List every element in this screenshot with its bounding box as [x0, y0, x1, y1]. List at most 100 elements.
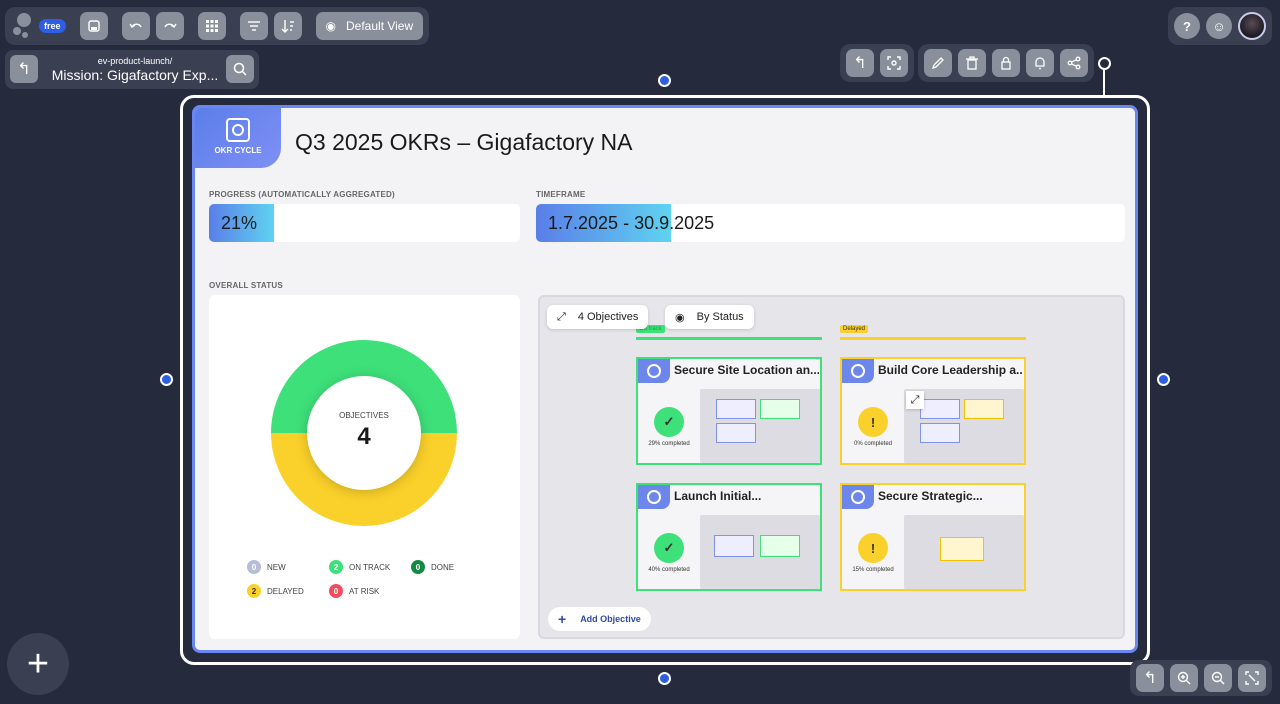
column-delayed-divider [840, 337, 1026, 340]
resize-handle-top[interactable] [658, 74, 671, 87]
connector-handle[interactable] [1098, 57, 1111, 70]
page-title[interactable]: Q3 2025 OKRs – Gigafactory NA [295, 129, 633, 156]
eye-icon: ◉ [675, 311, 685, 324]
objective-icon [842, 359, 874, 383]
objective-icon [638, 359, 670, 383]
objective-card[interactable]: Build Core Leadership a... ! 0% complete… [840, 357, 1026, 465]
legend-count-at-risk: 0 [329, 584, 343, 598]
resize-handle-bottom[interactable] [658, 672, 671, 685]
element-toolbar [918, 44, 1094, 82]
sort-icon[interactable] [273, 12, 302, 40]
save-icon[interactable] [79, 12, 108, 40]
resize-handle-right[interactable] [1157, 373, 1170, 386]
edit-icon[interactable] [924, 49, 952, 77]
lock-icon[interactable] [992, 49, 1020, 77]
objective-title: Launch Initial... [674, 489, 762, 503]
status-panel: OBJECTIVES 4 0 NEW 2 ON TRACK 0 DONE 2 DELAY… [209, 295, 520, 639]
legend-label-at-risk: AT RISK [349, 586, 380, 596]
legend-count-on-track: 2 [329, 560, 343, 574]
help-icon[interactable]: ? [1174, 13, 1200, 39]
okr-cycle-label: OKR CYCLE [214, 146, 262, 155]
objective-progress: 15% completed [852, 567, 894, 573]
objective-icon [638, 485, 670, 509]
plan-badge: free [39, 19, 66, 33]
objective-title: Secure Strategic... [878, 489, 983, 503]
undo-icon[interactable] [121, 12, 150, 40]
objective-preview [700, 389, 820, 463]
legend-item-on-track[interactable]: 2 ON TRACK [329, 560, 390, 574]
filter-icon[interactable] [239, 12, 268, 40]
legend-label-delayed: DELAYED [267, 586, 304, 596]
go-up-icon[interactable]: ↰ [846, 49, 874, 77]
timeframe-field[interactable]: 1.7.2025 - 30.9.2025 [536, 204, 1125, 242]
focus-icon[interactable] [880, 49, 908, 77]
breadcrumb-current[interactable]: Mission: Gigafactory Exp... [45, 67, 225, 83]
breadcrumb: ↰ ev-product-launch/ Mission: Gigafactor… [5, 50, 259, 89]
navigation-toolbar: ↰ [840, 44, 914, 82]
objective-card[interactable]: Secure Strategic... ! 15% completed [840, 483, 1026, 591]
objective-card[interactable]: Launch Initial... ✓ 40% completed [636, 483, 822, 591]
bell-icon[interactable] [1026, 49, 1054, 77]
app-logo[interactable] [11, 13, 37, 39]
donut-center-value: 4 [357, 423, 371, 450]
legend-item-at-risk[interactable]: 0 AT RISK [329, 584, 379, 598]
overall-status-label: OVERALL STATUS [209, 281, 283, 290]
resize-handle-left[interactable] [160, 373, 173, 386]
legend-count-new: 0 [247, 560, 261, 574]
legend-item-new[interactable]: 0 NEW [247, 560, 286, 574]
search-icon[interactable] [226, 55, 254, 83]
objectives-count-button[interactable]: ⤢ 4 Objectives [547, 305, 649, 329]
legend-label-done: DONE [431, 562, 455, 572]
check-icon: ✓ [654, 533, 684, 563]
column-ontrack-divider [636, 337, 822, 340]
add-objective-label: Add Objective [580, 614, 641, 624]
user-toolbar: ? ☺ [1168, 7, 1272, 45]
warning-icon: ! [858, 407, 888, 437]
objective-preview [904, 515, 1024, 589]
target-icon [226, 118, 250, 142]
timeframe-value: 1.7.2025 - 30.9.2025 [548, 213, 715, 233]
objective-card[interactable]: Secure Site Location an... ✓ 29% complet… [636, 357, 822, 465]
check-icon: ✓ [654, 407, 684, 437]
navigate-up-icon[interactable]: ↰ [10, 55, 38, 83]
fit-screen-icon[interactable] [1238, 664, 1266, 692]
zoom-in-icon[interactable] [1170, 664, 1198, 692]
share-icon[interactable] [1060, 49, 1088, 77]
view-selector-button[interactable]: ◉ Default View [315, 12, 424, 40]
objectives-count-label: 4 Objectives [577, 311, 639, 323]
objective-progress: 29% completed [648, 441, 690, 447]
avatar[interactable] [1238, 12, 1266, 40]
legend-item-delayed[interactable]: 2 DELAYED [247, 584, 304, 598]
breadcrumb-parent[interactable]: ev-product-launch/ [45, 56, 225, 66]
donut-center-label: OBJECTIVES [339, 411, 389, 420]
plus-icon: + [26, 642, 50, 685]
objective-title: Secure Site Location an... [674, 363, 819, 377]
objective-title: Build Core Leadership a... [878, 363, 1023, 377]
go-up-icon[interactable]: ↰ [1136, 664, 1164, 692]
progress-label: PROGRESS (AUTOMATICALLY AGGREGATED) [209, 190, 395, 199]
group-by-status-button[interactable]: ◉ By Status [665, 305, 754, 329]
timeframe-label: TIMEFRAME [536, 190, 586, 199]
progress-value: 21% [221, 213, 258, 233]
warning-icon: ! [858, 533, 888, 563]
okr-cycle-tag: OKR CYCLE [195, 108, 281, 168]
grid-icon[interactable] [197, 12, 226, 40]
progress-bar: 21% [209, 204, 520, 242]
view-label: Default View [346, 19, 414, 33]
objectives-board[interactable]: On track Delayed ⤢ 4 Objectives ◉ By Statu… [538, 295, 1125, 639]
objective-progress: 40% completed [648, 567, 690, 573]
delete-icon[interactable] [958, 49, 986, 77]
okr-cycle-card[interactable]: OKR CYCLE Q3 2025 OKRs – Gigafactory NA … [192, 105, 1138, 653]
zoom-out-icon[interactable] [1204, 664, 1232, 692]
plus-icon: + [558, 611, 567, 627]
objective-preview [700, 515, 820, 589]
legend-item-done[interactable]: 0 DONE [411, 560, 454, 574]
add-element-button[interactable]: + [7, 633, 69, 695]
add-objective-button[interactable]: + Add Objective [548, 607, 651, 631]
feedback-icon[interactable]: ☺ [1206, 13, 1232, 39]
legend-count-delayed: 2 [247, 584, 261, 598]
redo-icon[interactable] [155, 12, 184, 40]
group-by-label: By Status [696, 311, 744, 323]
eye-icon: ◉ [325, 19, 336, 33]
expand-icon[interactable]: ⤢ [906, 391, 924, 409]
